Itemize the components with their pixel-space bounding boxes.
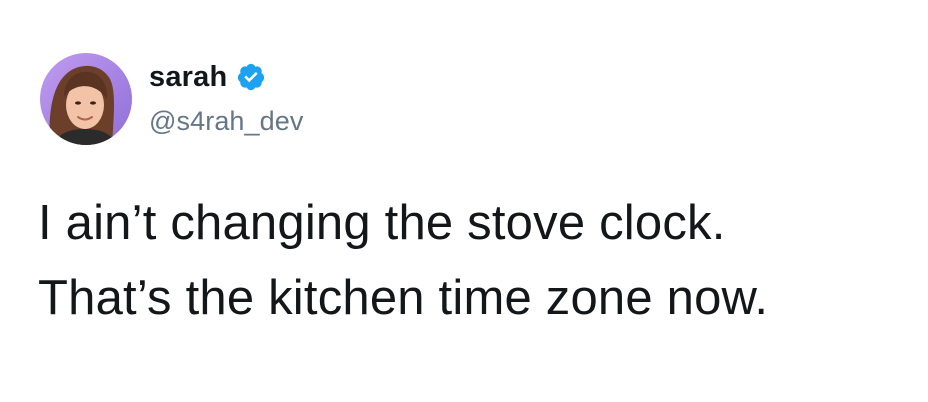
verified-badge-icon [236, 62, 266, 92]
author-handle[interactable]: @s4rah_dev [149, 106, 304, 137]
tweet-card: sarah @s4rah_dev I ain’t changing the st… [0, 0, 928, 402]
author-avatar[interactable] [40, 53, 132, 145]
avatar-image [40, 53, 132, 145]
tweet-text-line: That’s the kitchen time zone now. [38, 271, 769, 325]
author-display-name[interactable]: sarah [149, 61, 227, 94]
author-name-row: sarah [149, 57, 266, 97]
tweet-text: I ain’t changing the stove clock. That’s… [38, 186, 918, 336]
tweet-text-line: I ain’t changing the stove clock. [38, 196, 726, 250]
